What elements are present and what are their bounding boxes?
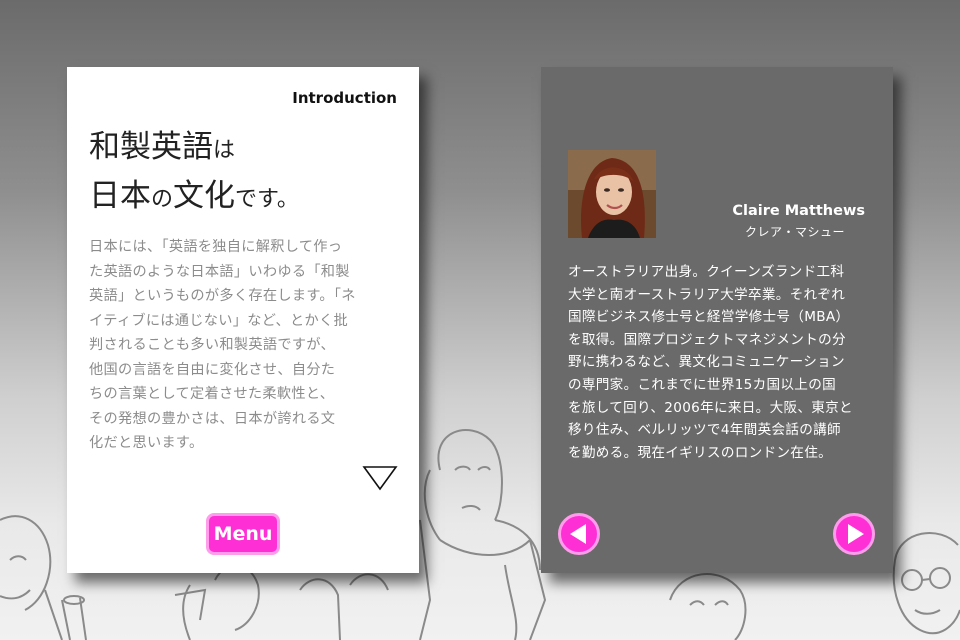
text-line: た英語のような日本語」いわゆる「和製 — [89, 263, 350, 280]
introduction-text: 日本には、「英語を独自に解釈して作っ た英語のような日本語」いわゆる「和製 英語… — [89, 235, 401, 456]
headline-part: 和製英語 — [89, 129, 213, 165]
next-page-button[interactable] — [833, 513, 875, 555]
headline-part: の — [151, 187, 174, 212]
bio-line: オーストラリア出身。クイーンズランド工科 — [568, 264, 845, 280]
text-line: 英語」というものが多く存在します。「ネ — [89, 288, 356, 304]
arrow-left-icon — [570, 524, 586, 544]
text-line: ちの言葉として定着させた柔軟性と、 — [89, 386, 335, 402]
headline-part: 日本 — [89, 178, 151, 214]
triangle-down-icon[interactable] — [362, 465, 398, 491]
bio-line: を旅して回り、2006年に来日。大阪、東京と — [568, 399, 853, 416]
bio-line: 野に携わるなど、異文化コミュニケーション — [568, 354, 845, 371]
author-name: Claire Matthews — [732, 203, 865, 219]
author-bio: オーストラリア出身。クイーンズランド工科 大学と南オーストラリア大学卒業。それぞ… — [568, 261, 873, 464]
headline-part: 文化 — [173, 178, 236, 214]
author-photo — [568, 150, 656, 238]
text-line: 化だと思います。 — [89, 435, 204, 451]
text-line: 判されることも多い和製英語ですが、 — [89, 337, 336, 353]
text-line: 日本には、「英語を独自に解釈して作っ — [89, 239, 343, 255]
author-name-kana: クレア・マシュー — [744, 225, 845, 239]
introduction-card: Introduction 和製英語は 日本の文化です。 日本には、「英語を独自に… — [67, 67, 419, 573]
arrow-right-icon — [848, 524, 864, 544]
section-label: Introduction — [292, 89, 397, 107]
headline: 和製英語は 日本の文化です。 — [89, 125, 299, 223]
bio-line: の専門家。これまでに世界15カ国以上の国 — [568, 376, 836, 393]
headline-part: は — [213, 138, 236, 163]
bio-line: を勤める。現在イギリスのロンドン在住。 — [568, 444, 832, 461]
headline-part: です。 — [235, 187, 299, 212]
bio-line: 大学と南オーストラリア大学卒業。それぞれ — [568, 286, 846, 303]
previous-page-button[interactable] — [558, 513, 600, 555]
author-profile-card: Claire Matthews クレア・マシュー オーストラリア出身。クイーンズ… — [541, 67, 893, 573]
menu-button[interactable]: Menu — [206, 513, 280, 555]
bio-line: 移り住み、ベルリッツで4年間英会話の講師 — [568, 422, 841, 439]
text-line: 他国の言語を自由に変化させ、自分た — [89, 361, 336, 378]
text-line: その発想の豊かさは、日本が誇れる文 — [89, 410, 336, 427]
text-line: イティブには通じない」など、とかく批 — [89, 312, 348, 329]
bio-line: を取得。国際プロジェクトマネジメントの分 — [568, 331, 846, 348]
bio-line: 国際ビジネス修士号と経営学修士号（MBA） — [568, 309, 850, 326]
